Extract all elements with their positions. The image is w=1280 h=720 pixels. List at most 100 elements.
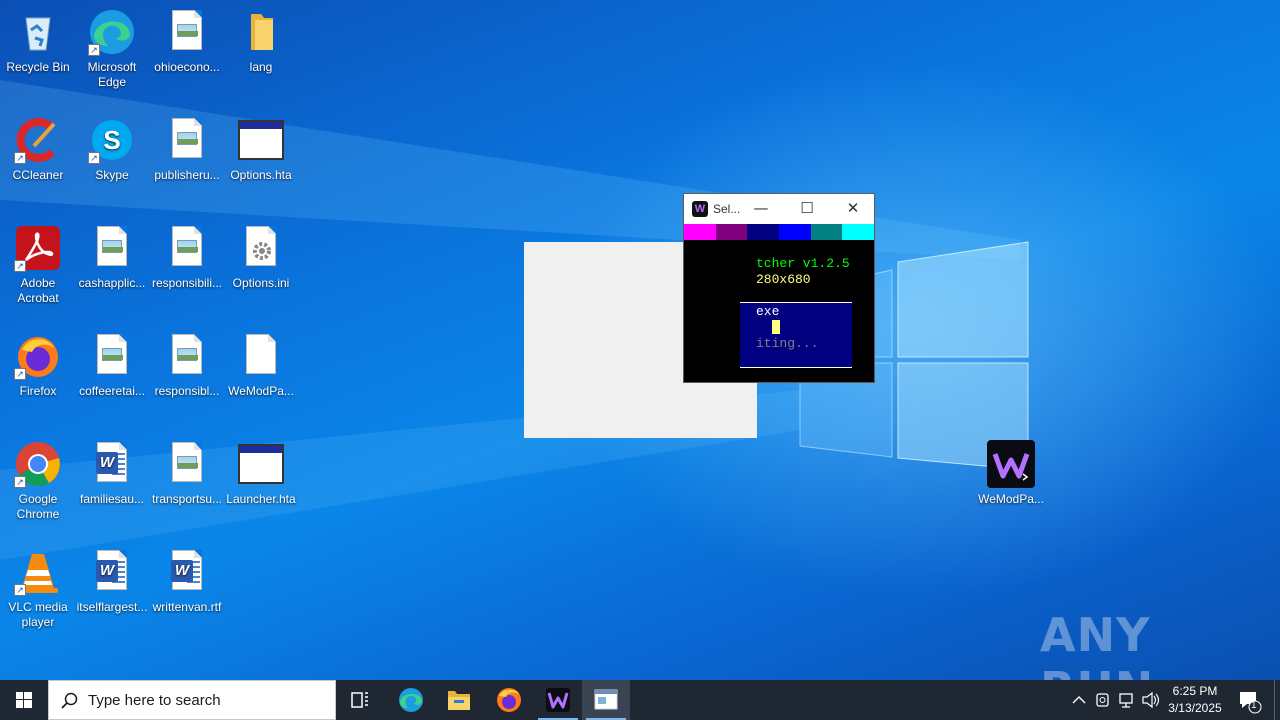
- icon-label: VLC media player: [8, 600, 68, 629]
- icon-label: familiesau...: [79, 492, 145, 506]
- desktop-icon-ohioecono[interactable]: ohioecono...: [149, 8, 225, 75]
- desktop-icon-writtenvan[interactable]: W writtenvan.rtf: [149, 548, 225, 615]
- taskbar-clock[interactable]: 6:25 PM 3/13/2025: [1160, 683, 1230, 717]
- shortcut-arrow-icon: ↗: [14, 584, 26, 596]
- version-line: tcher v1.2.5: [756, 256, 850, 271]
- desktop-icon-wemodpa[interactable]: WeModPa...: [973, 440, 1049, 507]
- status-line: iting...: [756, 336, 819, 351]
- desktop-icon-responsibili[interactable]: responsibili...: [149, 224, 225, 291]
- palette-swatch: [810, 224, 843, 240]
- desktop-icon-vlc[interactable]: ↗ VLC media player: [0, 548, 76, 630]
- taskbar-search[interactable]: Type here to search: [48, 680, 336, 720]
- hta-file-icon: [237, 440, 285, 488]
- tray-app-button[interactable]: [1092, 680, 1114, 720]
- desktop-icon-itselflargest[interactable]: W itselflargest...: [74, 548, 150, 615]
- icon-label: Adobe Acrobat: [17, 276, 59, 305]
- search-placeholder: Type here to search: [88, 692, 221, 709]
- blank-file-icon: [237, 332, 285, 380]
- taskbar-file-explorer[interactable]: [435, 680, 483, 720]
- desktop-icon-lang[interactable]: lang: [223, 8, 299, 75]
- wemod-icon: [546, 688, 570, 712]
- image-file-icon: [88, 224, 136, 272]
- image-file-icon: [163, 8, 211, 56]
- taskbar-edge[interactable]: [387, 680, 435, 720]
- desktop: Recycle Bin ↗ CCleaner ↗ Adobe Acrobat ↗…: [0, 0, 1280, 680]
- clock-time: 6:25 PM: [1172, 684, 1218, 698]
- desktop-icon-familiesau[interactable]: W familiesau...: [74, 440, 150, 507]
- shortcut-arrow-icon: ↗: [14, 260, 26, 272]
- notification-count: 1: [1251, 700, 1257, 711]
- show-hidden-icons-button[interactable]: [1068, 680, 1090, 720]
- desktop-icon-options-ini[interactable]: Options.ini: [223, 224, 299, 291]
- start-button[interactable]: [0, 680, 48, 720]
- desktop-icon-launcher-hta[interactable]: Launcher.hta: [223, 440, 299, 507]
- show-desktop-button[interactable]: [1274, 680, 1280, 720]
- icon-label: transportsu...: [151, 492, 223, 506]
- icon-label: Google Chrome: [16, 492, 60, 521]
- word-file-icon: W: [88, 548, 136, 596]
- shortcut-arrow-icon: ↗: [14, 368, 26, 380]
- icon-label: cashapplic...: [78, 276, 146, 290]
- acrobat-icon: ↗: [14, 224, 62, 272]
- desktop-icon-ccleaner[interactable]: ↗ CCleaner: [0, 116, 76, 183]
- desktop-icon-responsibl[interactable]: responsibl...: [149, 332, 225, 399]
- icon-label: Options.ini: [232, 276, 290, 290]
- volume-button[interactable]: [1140, 680, 1162, 720]
- palette-swatch: [684, 224, 716, 240]
- image-file-icon: [163, 224, 211, 272]
- desktop-icon-adobe-acrobat[interactable]: ↗ Adobe Acrobat: [0, 224, 76, 306]
- desktop-icon-recycle-bin[interactable]: Recycle Bin: [0, 8, 76, 75]
- icon-label: Microsoft Edge: [87, 60, 137, 89]
- network-button[interactable]: [1116, 680, 1138, 720]
- icon-label: responsibl...: [154, 384, 220, 398]
- icon-label: WeModPa...: [978, 492, 1044, 506]
- desktop-icon-google-chrome[interactable]: ↗ Google Chrome: [0, 440, 76, 522]
- text-cursor: [772, 320, 780, 334]
- exe-line: exe: [756, 304, 780, 319]
- icon-label: Launcher.hta: [226, 492, 296, 506]
- close-button[interactable]: ✕: [830, 194, 876, 224]
- minimize-button[interactable]: —: [738, 194, 784, 224]
- desktop-icon-skype[interactable]: S ↗ Skype: [74, 116, 150, 183]
- taskbar-active-window[interactable]: [582, 680, 630, 720]
- word-file-icon: W: [163, 548, 211, 596]
- desktop-icon-firefox[interactable]: ↗ Firefox: [0, 332, 76, 399]
- speaker-icon: [1142, 691, 1160, 709]
- shortcut-arrow-icon: ↗: [88, 152, 100, 164]
- console-window[interactable]: W Sel... — ☐ ✕ tcher v1.2.5 280x680 exe …: [683, 193, 875, 383]
- desktop-icon-publisheru[interactable]: publisheru...: [149, 116, 225, 183]
- palette-swatch: [747, 224, 780, 240]
- palette-swatch: [779, 224, 811, 240]
- taskbar-wemod[interactable]: [534, 680, 582, 720]
- resolution-line: 280x680: [756, 272, 811, 287]
- image-file-icon: [163, 116, 211, 164]
- palette-swatch: [842, 224, 875, 240]
- icon-label: WeModPa...: [228, 384, 294, 398]
- icon-label: lang: [249, 60, 273, 74]
- desktop-icon-wemodpa-file[interactable]: WeModPa...: [223, 332, 299, 399]
- desktop-icon-cashapplic[interactable]: cashapplic...: [74, 224, 150, 291]
- icon-label: Firefox: [19, 384, 57, 398]
- desktop-icon-microsoft-edge[interactable]: ↗ Microsoft Edge: [74, 8, 150, 90]
- desktop-icon-coffeeretai[interactable]: coffeeretai...: [74, 332, 150, 399]
- vlc-icon: ↗: [14, 548, 62, 596]
- svg-text:S: S: [103, 125, 120, 155]
- desktop-icon-options-hta[interactable]: Options.hta: [223, 116, 299, 183]
- folder-icon: [237, 8, 285, 56]
- window-title: Sel...: [713, 202, 741, 216]
- console-output: tcher v1.2.5 280x680 exe iting...: [684, 240, 874, 382]
- palette-swatch: [715, 224, 748, 240]
- taskbar-firefox[interactable]: [485, 680, 533, 720]
- image-file-icon: [88, 332, 136, 380]
- wemod-app-icon: W: [692, 201, 708, 217]
- task-view-button[interactable]: [336, 680, 384, 720]
- icon-label: Options.hta: [230, 168, 292, 182]
- shortcut-arrow-icon: ↗: [14, 476, 26, 488]
- icon-label: Recycle Bin: [6, 60, 70, 74]
- desktop-icon-transportsu[interactable]: transportsu...: [149, 440, 225, 507]
- window-titlebar[interactable]: W Sel... — ☐ ✕: [684, 194, 874, 224]
- maximize-button[interactable]: ☐: [784, 194, 830, 224]
- icon-label: ohioecono...: [154, 60, 220, 74]
- action-center-button[interactable]: 1: [1234, 680, 1264, 720]
- shortcut-arrow-icon: ↗: [14, 152, 26, 164]
